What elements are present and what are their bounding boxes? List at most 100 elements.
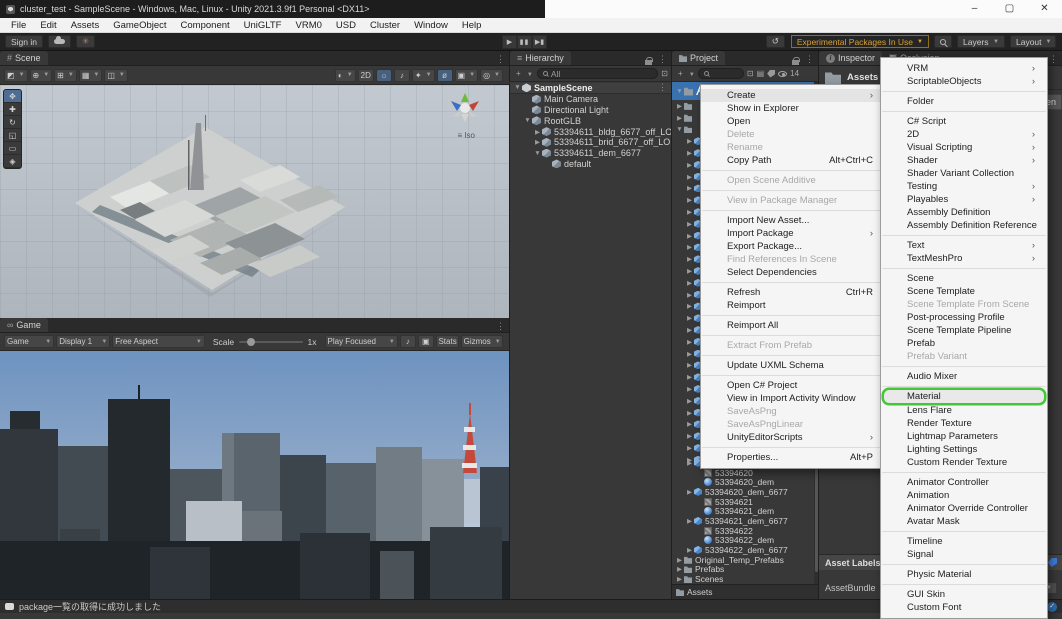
expand-arrow-icon[interactable]: ▶ (685, 361, 694, 369)
hand-tool[interactable]: ✥ (4, 90, 21, 103)
expand-arrow-icon[interactable]: ▶ (685, 196, 694, 204)
package-icon[interactable]: ▤ (757, 69, 765, 78)
move-tool[interactable]: ✚ (4, 103, 21, 116)
undo-history-button[interactable]: ↺ (766, 35, 785, 48)
tree-item-directional-light[interactable]: Directional Light (510, 105, 671, 116)
audio-toggle[interactable]: ♪ (394, 69, 410, 82)
lock-icon[interactable] (645, 60, 652, 65)
lock-icon[interactable] (792, 60, 799, 65)
tree-item-53394611-dem-6677[interactable]: ▼53394611_dem_6677 (510, 148, 671, 159)
game-mode-dropdown[interactable]: Game▼ (4, 335, 54, 348)
expand-arrow-icon[interactable]: ▶ (685, 350, 694, 358)
expand-arrow-icon[interactable]: ▶ (685, 397, 694, 405)
menu-item-import-new-asset[interactable]: Import New Asset... (701, 214, 885, 227)
mute-audio-button[interactable]: ♪ (400, 335, 416, 348)
breadcrumb-label[interactable]: Assets (687, 587, 713, 597)
play-focused-dropdown[interactable]: Play Focused▼ (325, 335, 398, 348)
expand-arrow-icon[interactable]: ▶ (675, 575, 684, 583)
menu-item-open-c-project[interactable]: Open C# Project (701, 379, 885, 392)
tab-game[interactable]: ∞ Game (0, 318, 48, 332)
scale-tool[interactable]: ◱ (4, 129, 21, 142)
close-button[interactable]: ✕ (1027, 0, 1062, 18)
tab-inspector[interactable]: i Inspector (819, 51, 882, 65)
menu-item-shader-variant-collection[interactable]: Shader Variant Collection (881, 167, 1047, 180)
expand-arrow-icon[interactable]: ▼ (513, 84, 522, 91)
expand-arrow-icon[interactable]: ▶ (685, 517, 694, 525)
menu-item-assembly-definition-reference[interactable]: Assembly Definition Reference (881, 219, 1047, 232)
menu-file[interactable]: File (4, 20, 33, 31)
menu-item-custom-font[interactable]: Custom Font (881, 601, 1047, 614)
tree-item-53394620-dem-6677[interactable]: ▶53394620_dem_6677 (672, 487, 819, 497)
menu-item-lightmap-parameters[interactable]: Lightmap Parameters (881, 430, 1047, 443)
background-tasks-icon[interactable]: ✓ (1047, 602, 1057, 612)
expand-arrow-icon[interactable]: ▶ (685, 488, 694, 496)
tab-hierarchy[interactable]: ≡ Hierarchy (510, 51, 571, 65)
menu-usd[interactable]: USD (329, 20, 363, 31)
tree-item-53394611-brid-6677-off-lod1[interactable]: ▶53394611_brid_6677_off_LOD1 (510, 137, 671, 148)
camera-settings-button[interactable]: ⊕▼ (30, 69, 53, 82)
expand-arrow-icon[interactable]: ▶ (685, 267, 694, 275)
snap-settings-button[interactable]: ▦▼ (79, 69, 103, 82)
menu-item-animator-controller[interactable]: Animator Controller (881, 476, 1047, 489)
scene-orientation-gizmo[interactable] (445, 91, 485, 125)
layout-dropdown[interactable]: Layout▼ (1010, 35, 1056, 48)
expand-arrow-icon[interactable]: ▶ (533, 138, 542, 146)
collab-button[interactable]: ✳ (76, 35, 95, 48)
tree-item-53394611-bldg-6677-off-lod1[interactable]: ▶53394611_bldg_6677_off_LOD1 (510, 126, 671, 137)
menu-item-custom-render-texture[interactable]: Custom Render Texture (881, 456, 1047, 469)
expand-arrow-icon[interactable]: ▶ (685, 232, 694, 240)
expand-arrow-icon[interactable]: ▶ (675, 114, 684, 122)
menu-item-prefab[interactable]: Prefab (881, 337, 1047, 350)
shading-mode-button[interactable]: ◩▼ (4, 69, 28, 82)
expand-arrow-icon[interactable]: ▶ (685, 137, 694, 145)
tree-item-53394620[interactable]: 53394620 (672, 468, 819, 478)
expand-arrow-icon[interactable]: ▶ (685, 184, 694, 192)
expand-arrow-icon[interactable]: ▶ (685, 385, 694, 393)
panel-menu-icon[interactable]: ⋮ (492, 321, 509, 332)
rotate-tool[interactable]: ↻ (4, 116, 21, 129)
menu-item-create[interactable]: Create› (701, 89, 885, 102)
expand-arrow-icon[interactable]: ▶ (685, 420, 694, 428)
expand-arrow-icon[interactable]: ▶ (685, 220, 694, 228)
menu-item-render-texture[interactable]: Render Texture (881, 417, 1047, 430)
menu-item-properties[interactable]: Properties...Alt+P (701, 451, 885, 464)
play-button[interactable]: ▶ (502, 35, 517, 49)
expand-arrow-icon[interactable]: ▶ (685, 243, 694, 251)
expand-arrow-icon[interactable]: ▶ (685, 173, 694, 181)
expand-arrow-icon[interactable]: ▶ (685, 409, 694, 417)
saved-search-icon[interactable]: ⊡ (661, 69, 668, 78)
menu-item-testing[interactable]: Testing› (881, 180, 1047, 193)
snap-increment-button[interactable]: ◫▼ (104, 69, 128, 82)
expand-arrow-icon[interactable]: ▶ (685, 279, 694, 287)
expand-arrow-icon[interactable]: ▶ (685, 338, 694, 346)
tab-scene[interactable]: # Scene (0, 51, 48, 65)
item-menu-icon[interactable]: ⋮ (654, 82, 671, 93)
menu-item-visual-scripting[interactable]: Visual Scripting› (881, 141, 1047, 154)
menu-item-vrm[interactable]: VRM› (881, 62, 1047, 75)
menu-item-signal[interactable]: Signal (881, 548, 1047, 561)
menu-item-lighting-settings[interactable]: Lighting Settings (881, 443, 1047, 456)
gizmos-menu-button[interactable]: ◎▼ (480, 69, 503, 82)
tree-item-53394622-dem[interactable]: 53394622_dem (672, 536, 819, 546)
menu-window[interactable]: Window (407, 20, 455, 31)
tree-item-rootglb[interactable]: ▼RootGLB (510, 115, 671, 126)
effects-toggle[interactable]: ✦▼ (412, 69, 435, 82)
project-search-input[interactable] (698, 68, 744, 79)
menu-item-view-in-import-activity-window[interactable]: View in Import Activity Window (701, 392, 885, 405)
scale-slider-knob[interactable] (247, 338, 255, 346)
add-button[interactable]: + ▼ (678, 69, 695, 78)
menu-item-lens-flare[interactable]: Lens Flare (881, 404, 1047, 417)
menu-item-reimport-all[interactable]: Reimport All (701, 319, 885, 332)
expand-arrow-icon[interactable]: ▶ (685, 291, 694, 299)
menu-item-show-in-explorer[interactable]: Show in Explorer (701, 102, 885, 115)
expand-arrow-icon[interactable]: ▼ (675, 126, 684, 133)
menu-cluster[interactable]: Cluster (363, 20, 407, 31)
minimize-button[interactable]: – (957, 0, 992, 18)
hidden-packages-eye-icon[interactable] (778, 71, 787, 77)
menu-item-2d[interactable]: 2D› (881, 128, 1047, 141)
menu-item-shader[interactable]: Shader› (881, 154, 1047, 167)
expand-arrow-icon[interactable]: ▶ (685, 373, 694, 381)
menu-component[interactable]: Component (174, 20, 237, 31)
camera-preview-button[interactable]: ▣▼ (455, 69, 479, 82)
menu-item-unityeditorscripts[interactable]: UnityEditorScripts› (701, 431, 885, 444)
